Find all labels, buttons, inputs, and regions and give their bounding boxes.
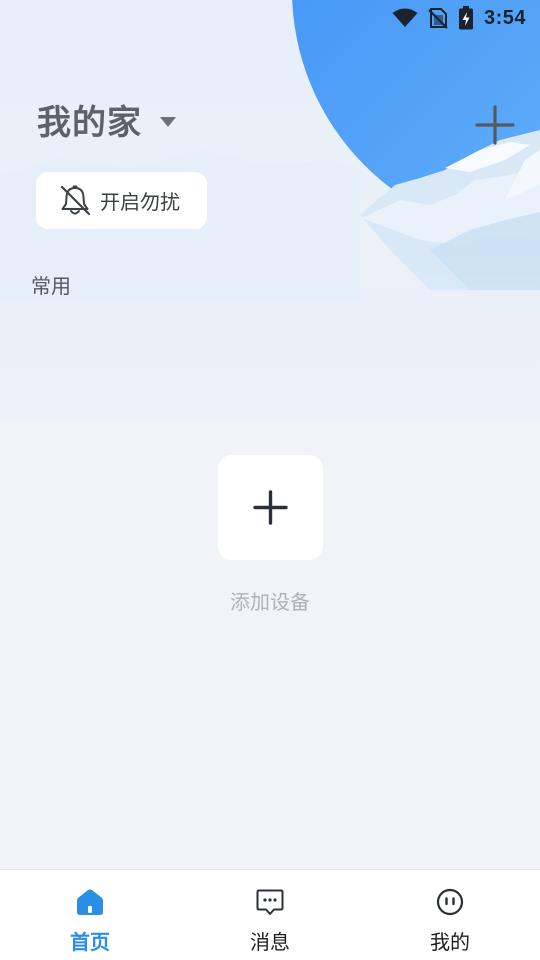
no-sim-icon [428,8,448,29]
home-screen: 3:54 我的家 开启勿扰 常用 添加设备 首页 消息 我的 [0,0,540,960]
status-bar: 3:54 [0,0,540,36]
add-device-button[interactable] [218,455,323,560]
nav-item-home[interactable]: 首页 [0,870,180,960]
home-title: 我的家 [37,102,142,143]
battery-charging-icon [458,6,473,30]
plus-icon [475,105,515,145]
bell-off-icon [60,185,91,215]
section-title-frequent: 常用 [31,274,71,298]
add-device-label: 添加设备 [230,590,310,614]
wifi-icon [392,8,418,27]
home-selector[interactable]: 我的家 [37,96,176,143]
nav-label-home: 首页 [70,930,110,954]
nav-label-profile: 我的 [430,930,470,954]
caret-down-icon [160,117,176,127]
nav-item-messages[interactable]: 消息 [180,870,360,960]
bottom-nav: 首页 消息 我的 [0,869,540,960]
status-time: 3:54 [483,6,526,29]
home-icon [77,889,103,915]
nav-item-profile[interactable]: 我的 [360,870,540,960]
plus-icon [253,490,288,525]
add-button[interactable] [472,102,518,148]
do-not-disturb-button[interactable]: 开启勿扰 [36,172,207,229]
profile-icon [436,888,464,916]
message-icon [256,889,284,915]
do-not-disturb-label: 开启勿扰 [100,190,180,214]
nav-label-messages: 消息 [250,930,290,954]
